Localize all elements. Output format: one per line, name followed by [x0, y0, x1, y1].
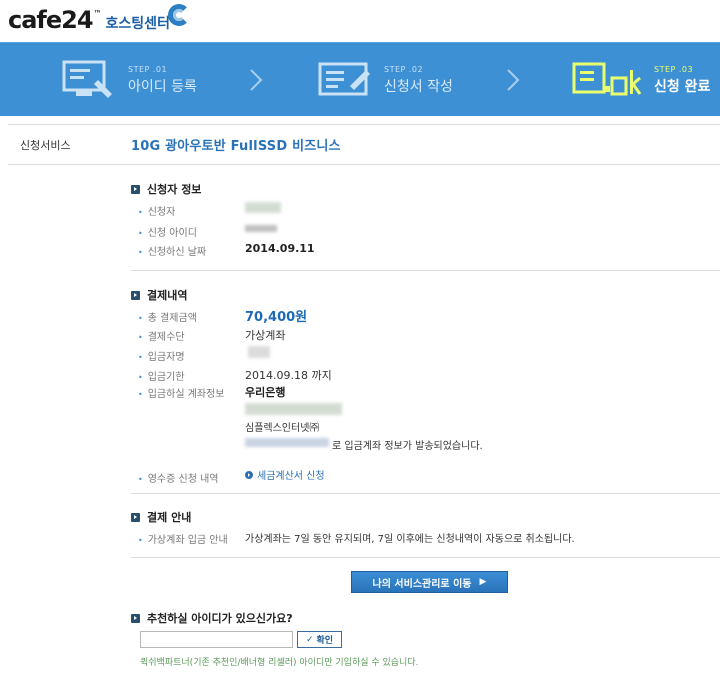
- service-label: 신청서비스: [20, 139, 71, 152]
- form-write-icon: [318, 62, 370, 96]
- logo-text: cafe24: [8, 6, 94, 34]
- section-bullet-icon: [131, 290, 140, 300]
- deadline-label: 입금기한: [138, 368, 185, 383]
- divider: [131, 493, 720, 494]
- logo-trademark: ™: [93, 9, 102, 18]
- applicant-name-redacted: [245, 202, 281, 213]
- total-amount-value: 70,400원: [245, 310, 308, 325]
- account-holder: 심플렉스인터넷㈜: [245, 423, 320, 434]
- go-to-service-management-button[interactable]: 나의 서비스관리로 이동 ▶: [351, 571, 508, 593]
- applicant-title-text: 신청자 정보: [147, 183, 202, 196]
- section-bullet-icon: [131, 613, 140, 623]
- recommend-note: 퀵쉬백파트너(기존 추천인/배너형 리셀러) 아이디만 기입하실 수 있습니다.: [140, 658, 419, 668]
- step-1-number: STEP .01: [128, 64, 168, 74]
- chevron-right-icon: [250, 69, 263, 91]
- bank-name: 우리은행: [245, 386, 286, 399]
- ok-complete-icon: [572, 62, 642, 96]
- payment-method-label: 결제수단: [138, 328, 185, 343]
- step-2: STEP .02 신청서 작성: [318, 43, 453, 117]
- chevron-right-icon: [507, 69, 520, 91]
- applicant-section-title: 신청자 정보: [131, 181, 201, 197]
- account-info-label: 입금하실 계좌정보: [138, 385, 225, 400]
- notice-text: 가상계좌는 7일 동안 유지되며, 7일 이후에는 신청내역이 자동으로 취소됩…: [245, 534, 575, 545]
- step-1: STEP .01 아이디 등록: [62, 43, 197, 117]
- deadline-value: 2014.09.18 까지: [245, 369, 332, 382]
- play-arrow-icon: ▶: [479, 577, 487, 587]
- email-redacted: [245, 438, 329, 447]
- step-2-number: STEP .02: [384, 64, 424, 74]
- go-to-service-management-label: 나의 서비스관리로 이동: [372, 578, 472, 590]
- apply-date-label: 신청하신 날짜: [138, 243, 206, 258]
- section-bullet-icon: [131, 512, 140, 522]
- receipt-label: 영수증 신청 내역: [138, 470, 219, 485]
- recommend-title-text: 추천하실 아이디가 있으신가요?: [147, 612, 293, 625]
- notice-title-text: 결제 안내: [147, 511, 192, 524]
- payment-method-value: 가상계좌: [245, 329, 286, 342]
- cafe24-logo[interactable]: cafe24 ™ 호스팅센터: [8, 6, 170, 34]
- signup-steps-bar: STEP .01 아이디 등록 STEP .02 신청서 작성 STEP .03…: [0, 42, 720, 116]
- monitor-register-icon: [62, 60, 112, 98]
- apply-date-value: 2014.09.11: [245, 242, 315, 255]
- total-amount-label: 총 결제금액: [138, 309, 197, 324]
- notice-section-title: 결제 안내: [131, 509, 191, 525]
- divider: [8, 164, 720, 165]
- divider: [8, 124, 720, 125]
- account-number-redacted: [245, 403, 342, 415]
- applicant-id-label: 신청 아이디: [138, 224, 197, 239]
- step-3: STEP .03 신청 완료: [572, 43, 710, 117]
- site-header: cafe24 ™ 호스팅센터: [0, 0, 720, 42]
- section-bullet-icon: [131, 184, 140, 194]
- step-2-title: 신청서 작성: [384, 78, 453, 95]
- recommender-id-input[interactable]: [140, 631, 293, 648]
- arrow-circle-icon: [245, 470, 253, 479]
- payment-title-text: 결제내역: [147, 289, 188, 302]
- confirm-button[interactable]: ✓ 확인: [297, 631, 342, 648]
- tax-invoice-link-text: 세금계산서 신청: [257, 471, 325, 482]
- payment-section-title: 결제내역: [131, 287, 187, 303]
- applicant-name-label: 신청자: [138, 203, 176, 218]
- service-value: 10G 광아우토반 FullSSD 비즈니스: [131, 139, 341, 154]
- step-3-number: STEP .03: [654, 64, 694, 74]
- step-1-title: 아이디 등록: [128, 78, 197, 95]
- depositor-label: 입금자명: [138, 348, 185, 363]
- hosting-c-logo-inner-icon: [173, 9, 185, 21]
- tax-invoice-link[interactable]: 세금계산서 신청: [245, 467, 325, 482]
- applicant-id-redacted: [245, 225, 277, 232]
- depositor-redacted: [248, 346, 270, 358]
- divider: [131, 270, 720, 271]
- account-sent-message: 로 입금계좌 정보가 발송되었습니다.: [332, 441, 483, 452]
- divider: [131, 557, 720, 558]
- notice-label: 가상계좌 입금 안내: [138, 531, 228, 546]
- recommend-section-title: 추천하실 아이디가 있으신가요?: [131, 610, 293, 626]
- confirm-button-label: 확인: [316, 636, 334, 646]
- check-icon: ✓: [305, 634, 314, 645]
- logo-subtitle: 호스팅센터: [105, 16, 170, 32]
- step-3-title: 신청 완료: [654, 78, 711, 95]
